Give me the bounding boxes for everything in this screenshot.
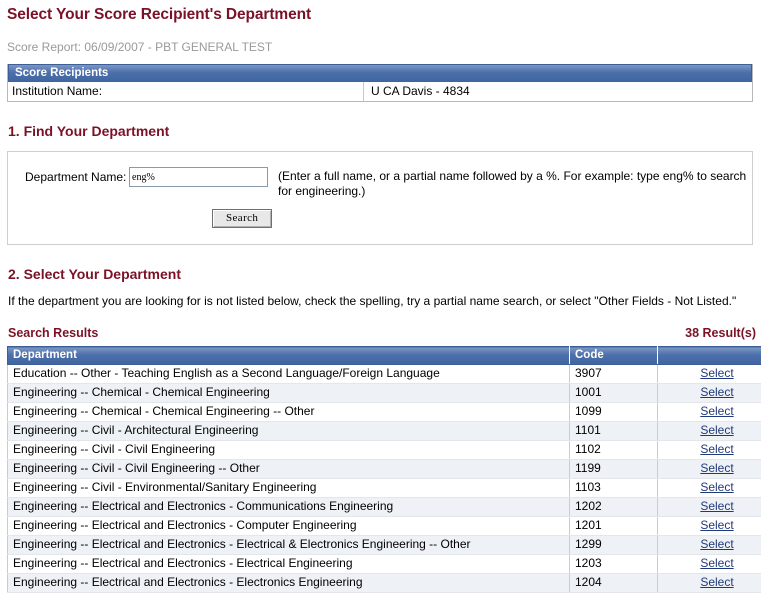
select-link[interactable]: Select [700, 575, 733, 589]
select-link[interactable]: Select [700, 404, 733, 418]
select-department-heading: 2. Select Your Department [8, 266, 754, 282]
cell-code: 1299 [570, 536, 658, 555]
cell-code: 1201 [570, 517, 658, 536]
select-link[interactable]: Select [700, 461, 733, 475]
select-link[interactable]: Select [700, 366, 733, 380]
cell-code: 1199 [570, 460, 658, 479]
find-department-heading: 1. Find Your Department [8, 123, 754, 139]
cell-code: 1202 [570, 498, 658, 517]
cell-select: Select [658, 460, 761, 479]
institution-name-label: Institution Name: [8, 82, 364, 101]
department-search-hint: (Enter a full name, or a partial name fo… [278, 166, 748, 199]
select-link[interactable]: Select [700, 442, 733, 456]
table-row: Engineering -- Civil - Architectural Eng… [8, 422, 761, 441]
cell-select: Select [658, 536, 761, 555]
cell-code: 1203 [570, 555, 658, 574]
find-department-box: Department Name: (Enter a full name, or … [7, 151, 753, 245]
score-report-subtitle: Score Report: 06/09/2007 - PBT GENERAL T… [7, 40, 754, 54]
cell-code: 1101 [570, 422, 658, 441]
cell-code: 1001 [570, 384, 658, 403]
department-results-table: Department Code Education -- Other - Tea… [7, 346, 761, 593]
cell-department: Education -- Other - Teaching English as… [8, 365, 570, 384]
cell-code: 1102 [570, 441, 658, 460]
select-department-intro: If the department you are looking for is… [8, 294, 760, 309]
select-link[interactable]: Select [700, 556, 733, 570]
cell-select: Select [658, 498, 761, 517]
select-link[interactable]: Select [700, 423, 733, 437]
institution-name-value: U CA Davis - 4834 [364, 82, 752, 101]
table-row: Engineering -- Electrical and Electronic… [8, 517, 761, 536]
results-table-head: Department Code [8, 347, 761, 365]
table-row: Engineering -- Electrical and Electronic… [8, 536, 761, 555]
cell-department: Engineering -- Electrical and Electronic… [8, 574, 570, 593]
cell-department: Engineering -- Chemical - Chemical Engin… [8, 403, 570, 422]
cell-select: Select [658, 441, 761, 460]
cell-select: Select [658, 422, 761, 441]
search-results-bar: Search Results 38 Result(s) [8, 326, 756, 340]
cell-select: Select [658, 384, 761, 403]
page-container: Select Your Score Recipient's Department… [0, 6, 761, 593]
results-table-body: Education -- Other - Teaching English as… [8, 365, 761, 593]
score-recipients-panel: Score Recipients Institution Name: U CA … [7, 64, 753, 102]
department-name-row: Department Name: (Enter a full name, or … [8, 166, 752, 199]
department-name-label: Department Name: [25, 166, 129, 185]
column-header-select [658, 347, 761, 365]
cell-select: Select [658, 517, 761, 536]
table-row: Engineering -- Civil - Civil Engineering… [8, 460, 761, 479]
table-row: Engineering -- Civil - Civil Engineering… [8, 441, 761, 460]
cell-department: Engineering -- Electrical and Electronic… [8, 536, 570, 555]
table-row: Engineering -- Chemical - Chemical Engin… [8, 403, 761, 422]
column-header-code: Code [570, 347, 658, 365]
department-name-input[interactable] [129, 167, 268, 187]
page-title: Select Your Score Recipient's Department [7, 6, 754, 24]
cell-select: Select [658, 479, 761, 498]
cell-department: Engineering -- Civil - Architectural Eng… [8, 422, 570, 441]
column-header-department: Department [8, 347, 570, 365]
cell-select: Select [658, 365, 761, 384]
select-link[interactable]: Select [700, 518, 733, 532]
search-button[interactable]: Search [212, 209, 272, 228]
select-link[interactable]: Select [700, 537, 733, 551]
cell-department: Engineering -- Civil - Civil Engineering [8, 441, 570, 460]
cell-code: 1204 [570, 574, 658, 593]
table-row: Engineering -- Chemical - Chemical Engin… [8, 384, 761, 403]
results-header-row: Department Code [8, 347, 761, 365]
search-results-title: Search Results [8, 326, 98, 340]
select-link[interactable]: Select [700, 480, 733, 494]
cell-code: 1103 [570, 479, 658, 498]
cell-department: Engineering -- Chemical - Chemical Engin… [8, 384, 570, 403]
cell-select: Select [658, 403, 761, 422]
table-row: Engineering -- Electrical and Electronic… [8, 555, 761, 574]
cell-code: 1099 [570, 403, 658, 422]
cell-department: Engineering -- Civil - Civil Engineering… [8, 460, 570, 479]
select-link[interactable]: Select [700, 385, 733, 399]
table-row: Education -- Other - Teaching English as… [8, 365, 761, 384]
select-link[interactable]: Select [700, 499, 733, 513]
cell-department: Engineering -- Electrical and Electronic… [8, 517, 570, 536]
cell-department: Engineering -- Electrical and Electronic… [8, 555, 570, 574]
search-results-count: 38 Result(s) [685, 326, 756, 340]
score-recipients-header: Score Recipients [8, 64, 752, 82]
cell-select: Select [658, 555, 761, 574]
cell-code: 3907 [570, 365, 658, 384]
search-button-row: Search [8, 209, 752, 228]
institution-row: Institution Name: U CA Davis - 4834 [8, 82, 752, 101]
table-row: Engineering -- Electrical and Electronic… [8, 574, 761, 593]
table-row: Engineering -- Electrical and Electronic… [8, 498, 761, 517]
cell-department: Engineering -- Electrical and Electronic… [8, 498, 570, 517]
cell-department: Engineering -- Civil - Environmental/San… [8, 479, 570, 498]
table-row: Engineering -- Civil - Environmental/San… [8, 479, 761, 498]
cell-select: Select [658, 574, 761, 593]
